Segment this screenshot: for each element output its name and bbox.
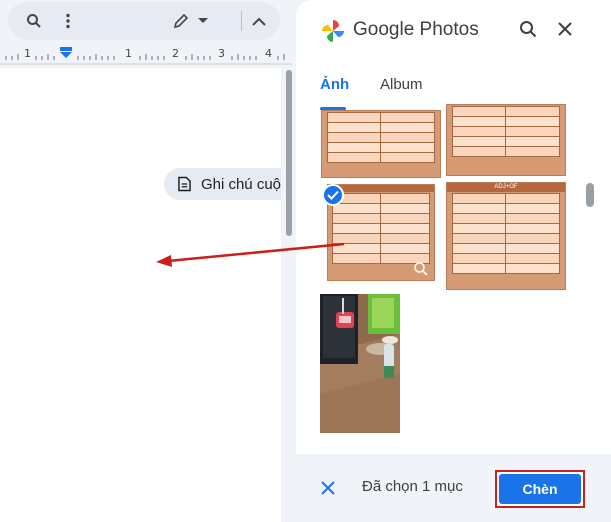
search-icon[interactable] [517,18,539,40]
picker-title: Google Photos [353,19,479,40]
insert-highlight: Chèn [495,470,585,508]
search-icon[interactable] [24,11,44,31]
clear-selection-icon[interactable] [318,478,338,498]
photo-thumbnail[interactable] [446,104,566,176]
photo-thumbnail[interactable] [321,110,441,178]
thumbnail-header: ADJ+OF [447,183,565,192]
doc-toolbar [8,2,280,40]
zoom-icon[interactable] [413,261,429,277]
indent-marker-icon[interactable] [59,47,73,61]
note-chip[interactable]: Ghi chú cuộ [164,168,281,200]
document-page[interactable] [0,68,281,522]
document-icon [178,176,191,192]
google-photos-logo-icon [322,20,344,42]
picker-scrollbar[interactable] [586,183,594,207]
insert-button[interactable]: Chèn [499,474,581,504]
close-icon[interactable] [554,18,576,40]
tab-album[interactable]: Album [380,76,423,93]
photo-thumbnail[interactable] [320,294,400,433]
chevron-up-icon[interactable] [249,11,269,31]
note-chip-label: Ghi chú cuộ [200,175,281,193]
selected-check-icon[interactable] [322,184,344,206]
toolbar-divider [241,11,242,31]
screen: 1 1 2 3 4 Ghi chú cuộ Google Photos Ảnh … [0,0,611,522]
selection-count: Đã chọn 1 mục [362,478,463,495]
tab-photos[interactable]: Ảnh [320,76,349,93]
more-vert-icon[interactable] [58,11,78,31]
ruler-ticks [0,54,292,65]
dropdown-arrow-icon[interactable] [193,11,213,31]
doc-scrollbar[interactable] [286,70,292,236]
edit-pencil-icon[interactable] [171,11,191,31]
picker-footer: Đã chọn 1 mục Chèn [296,454,611,522]
picker-header: Google Photos [296,0,611,56]
photo-thumbnail[interactable]: ADJ+OF [446,182,566,290]
